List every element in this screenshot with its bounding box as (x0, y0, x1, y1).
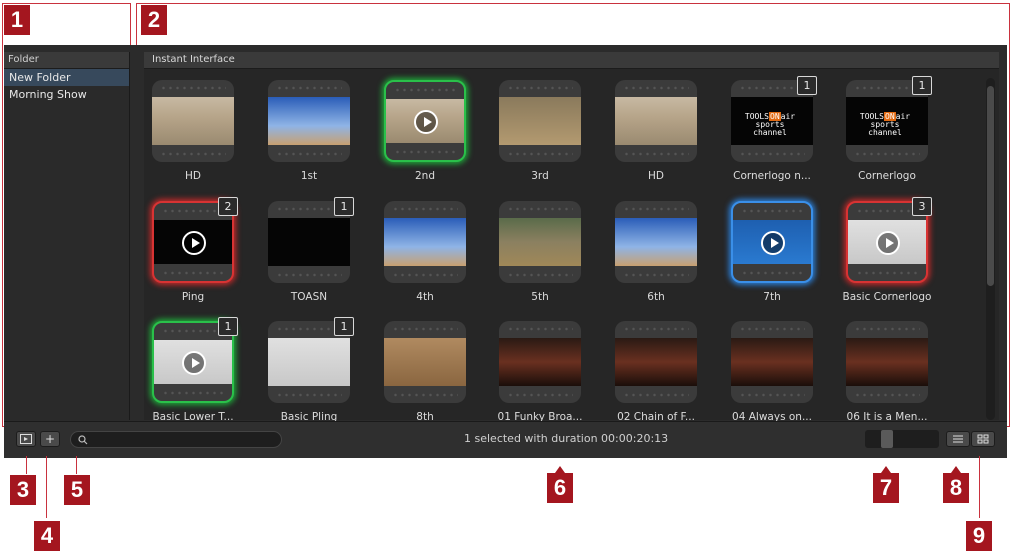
panel-header: Instant Interface (144, 52, 999, 69)
media-tile[interactable]: TOOLSONair sports channel 1 Cornerlogo (846, 76, 932, 182)
media-browser-window: Folder New Folder Morning Show Instant I… (4, 45, 1007, 458)
thumbnail-image (731, 338, 813, 386)
thumbnail-image (268, 338, 350, 386)
count-badge: 2 (218, 197, 238, 216)
slider-knob[interactable] (881, 430, 893, 448)
media-tile[interactable]: 06 It is a Men... (846, 321, 928, 423)
play-icon[interactable] (876, 231, 900, 255)
tile-label: 2nd (414, 170, 435, 182)
count-badge: 1 (912, 76, 932, 95)
media-tile[interactable]: 1st (268, 80, 350, 182)
thumbnail-image (615, 97, 697, 145)
grid-view-icon (977, 434, 989, 444)
folder-item-morning-show[interactable]: Morning Show (4, 86, 129, 103)
thumbnail-image (615, 338, 697, 386)
tile-label: Ping (181, 291, 205, 303)
search-icon (78, 435, 88, 445)
tools-on-air-logo: TOOLSONair sports channel (859, 112, 911, 137)
callout-badge-5: 5 (64, 475, 90, 505)
list-view-button[interactable] (946, 431, 970, 447)
vertical-scrollbar[interactable] (986, 78, 995, 420)
media-tile[interactable]: 4th (384, 201, 466, 303)
list-view-icon (953, 435, 963, 443)
preview-button[interactable] (16, 431, 36, 447)
media-tile[interactable]: 3 Basic Cornerlogo (843, 197, 932, 303)
tile-label: 1st (300, 170, 318, 182)
media-tile[interactable]: 1 Basic Pling (268, 317, 354, 423)
media-tile[interactable]: HD (615, 80, 697, 182)
media-tile[interactable]: 7th (731, 201, 813, 303)
thumbnail-image (499, 97, 581, 145)
tile-label: 5th (531, 291, 549, 303)
media-tile[interactable]: 5th (499, 201, 581, 303)
search-field[interactable] (70, 431, 282, 448)
media-tile[interactable]: 02 Chain of F... (615, 321, 697, 423)
tile-label: TOASN (290, 291, 328, 303)
tile-label: Cornerlogo n... (733, 170, 811, 182)
play-icon[interactable] (414, 110, 438, 134)
media-grid-panel: Instant Interface HD 1st 2nd 3rd HD TOOL… (144, 52, 999, 423)
thumbnail-image (846, 338, 928, 386)
scroll-thumb[interactable] (987, 86, 994, 286)
callout-badge-3: 3 (10, 475, 36, 505)
grid-view-button[interactable] (971, 431, 995, 447)
media-tile[interactable]: HD (152, 80, 234, 182)
count-badge: 1 (334, 317, 354, 336)
thumbnail-image (499, 338, 581, 386)
thumbnail-image (384, 338, 466, 386)
add-button[interactable]: + (40, 431, 60, 447)
tile-label: 3rd (531, 170, 549, 182)
search-input[interactable] (91, 433, 275, 448)
callout-badge-4: 4 (34, 521, 60, 551)
tile-label: HD (185, 170, 201, 182)
play-icon[interactable] (761, 231, 785, 255)
callout-badge-6: 6 (547, 473, 573, 503)
tile-label: Cornerlogo (858, 170, 916, 182)
play-icon[interactable] (182, 351, 206, 375)
media-tile[interactable]: 1 TOASN (268, 197, 354, 303)
thumbnail-image (152, 97, 234, 145)
callout-badge-7: 7 (873, 473, 899, 503)
callout-badge-8: 8 (943, 473, 969, 503)
thumbnail-size-slider[interactable] (865, 430, 939, 448)
play-icon[interactable] (182, 231, 206, 255)
media-tile[interactable]: 1 Basic Lower T... (152, 317, 238, 423)
count-badge: 1 (797, 76, 817, 95)
bottom-toolbar: + 1 selected with duration 00:00:20:13 (4, 421, 1007, 458)
count-badge: 1 (218, 317, 238, 336)
count-badge: 1 (334, 197, 354, 216)
folder-header: Folder (4, 52, 129, 69)
thumbnail-image (268, 218, 350, 266)
tile-label: 4th (416, 291, 434, 303)
media-tile[interactable]: 2 Ping (152, 197, 238, 303)
thumbnail-image (384, 218, 466, 266)
folder-sidebar: Folder New Folder Morning Show (4, 52, 130, 420)
thumbnail-image (268, 97, 350, 145)
media-tile[interactable]: 3rd (499, 80, 581, 182)
count-badge: 3 (912, 197, 932, 216)
media-tile[interactable]: 2nd (384, 80, 466, 182)
tile-label: 6th (647, 291, 665, 303)
thumbnail-image: TOOLSONair sports channel (846, 97, 928, 145)
media-tile[interactable]: 8th (384, 321, 466, 423)
selection-status: 1 selected with duration 00:00:20:13 (464, 432, 669, 445)
media-tile[interactable]: TOOLSONair sports channel 1 Cornerlogo n.… (731, 76, 817, 182)
callout-badge-9: 9 (966, 521, 992, 551)
folder-item-new-folder[interactable]: New Folder (4, 69, 129, 86)
thumbnail-image (499, 218, 581, 266)
media-tile[interactable]: 01 Funky Broa... (498, 321, 582, 423)
tile-label: Basic Cornerlogo (842, 291, 932, 303)
callout-badge-1: 1 (4, 5, 30, 35)
thumbnail-image: TOOLSONair sports channel (731, 97, 813, 145)
thumbnail-image (615, 218, 697, 266)
tile-label: HD (648, 170, 664, 182)
media-tile[interactable]: 6th (615, 201, 697, 303)
callout-badge-2: 2 (141, 5, 167, 35)
media-tile[interactable]: 04 Always on... (731, 321, 813, 423)
tools-on-air-logo: TOOLSONair sports channel (744, 112, 796, 137)
tile-label: 7th (763, 291, 781, 303)
preview-icon (20, 434, 32, 444)
